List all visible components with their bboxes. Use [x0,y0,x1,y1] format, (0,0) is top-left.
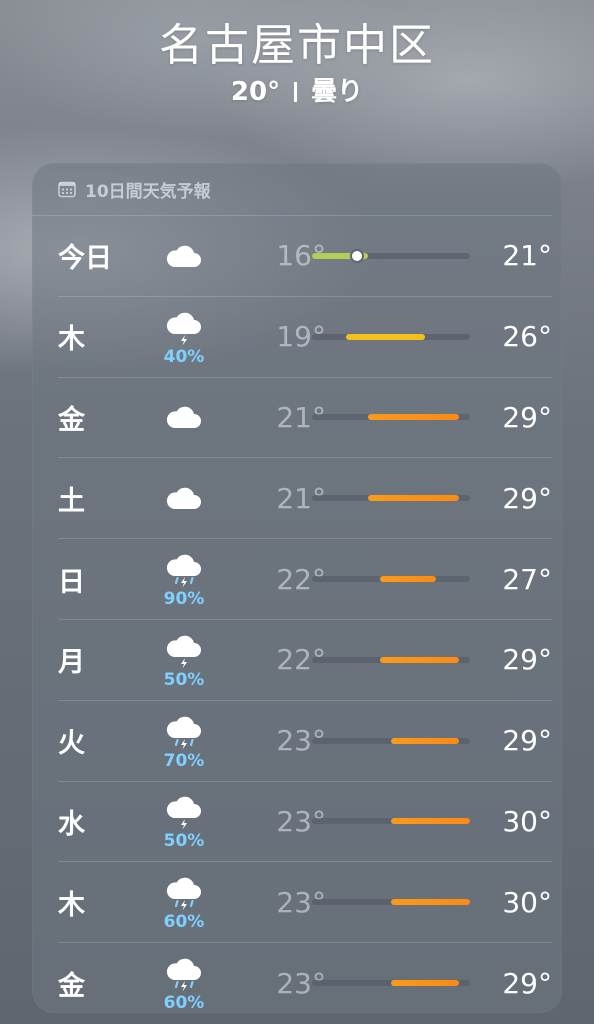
high-temp: 29° [502,400,552,434]
current-temperature: 20° [230,77,281,107]
temp-range-bar [312,333,470,340]
cloud-icon [166,245,201,267]
temp-range-bar [312,656,470,663]
high-temp: 21° [502,239,552,273]
weather-icon-group [156,458,212,538]
temp-range-bar [312,576,470,583]
weather-icon-group [156,378,212,458]
temp-range-fill [379,576,437,583]
temp-range-fill [368,414,459,421]
forecast-row[interactable]: 土 21° 29° [58,458,552,540]
forecast-row[interactable]: 木 40% 19° 26° [58,297,552,378]
temp-range-fill [391,899,470,906]
weather-icon-group: 90% [156,539,212,619]
separator [294,82,298,102]
day-label: 日 [58,566,85,598]
weather-icon-group: 60% [156,943,212,1013]
city-name: 名古屋市中区 [159,20,435,71]
forecast-row[interactable]: 金 60% 23° 29° [58,943,552,1013]
cloud-bolt-rain-icon [166,877,201,911]
temp-range-bar [312,899,470,906]
high-temp: 27° [502,562,552,596]
day-label: 木 [58,324,85,356]
high-temp: 29° [502,481,552,515]
temp-range-bar [312,250,470,261]
cloud-bolt-rain-icon [166,958,201,992]
precip-chance: 50% [163,669,205,690]
weather-icon-group: 70% [156,701,212,781]
cloud-bolt-icon [166,797,201,830]
weather-icon-group [156,216,212,296]
cloud-bolt-icon [166,635,201,669]
cloud-icon [166,407,201,429]
precip-chance: 70% [163,750,205,771]
precip-chance: 50% [163,831,205,852]
weather-icon-group: 50% [156,620,212,700]
current-condition: 曇り [311,77,364,107]
weather-icon-group: 50% [156,782,212,862]
day-label: 金 [58,404,85,436]
day-label: 今日 [58,243,112,275]
temp-range-fill [368,495,459,502]
forecast-row[interactable]: 火 70% 23° 29° [58,701,552,782]
cloud-bolt-rain-icon [166,554,201,588]
forecast-title: 10日間天気予報 [85,181,211,202]
weather-icon-group: 40% [156,297,212,377]
day-label: 金 [58,970,85,1002]
location-header: 名古屋市中区 20° 曇り [0,18,594,108]
cloud-bolt-rain-icon [166,716,201,750]
forecast-row[interactable]: 今日 16° 21° [58,216,552,297]
high-temp: 26° [502,320,552,354]
forecast-row[interactable]: 水 50% 23° 30° [58,782,552,863]
calendar-icon [58,181,76,197]
current-temp-marker [352,250,363,261]
day-label: 土 [58,485,85,517]
cloud-bolt-icon [166,312,201,346]
day-label: 月 [58,647,85,679]
precip-chance: 40% [163,346,205,367]
temp-range-bar [312,737,470,744]
forecast-list: 今日 16° 21° 木 40% 19° 26° 金 21° 29° 土 21° 29° 日 90% 22° 2… [32,216,562,1013]
day-label: 水 [58,808,85,840]
current-summary: 20° 曇り [0,76,594,108]
high-temp: 29° [502,966,552,1000]
high-temp: 29° [502,643,552,677]
ten-day-forecast-card[interactable]: 10日間天気予報 今日 16° 21° 木 40% 19° 26° 金 21° 29° 土 21° 29… [32,163,562,1013]
weather-icon-group: 60% [156,862,212,942]
temp-range-fill [391,818,470,825]
day-label: 火 [58,728,85,760]
forecast-row[interactable]: 木 60% 23° 30° [58,862,552,944]
forecast-row[interactable]: 月 50% 22° 29° [58,620,552,701]
precip-chance: 90% [163,589,205,610]
temp-range-fill [379,656,459,663]
precip-chance: 60% [163,912,205,933]
temp-range-fill [391,737,459,744]
high-temp: 30° [502,804,552,838]
temp-range-bar [312,414,470,421]
day-label: 木 [58,889,85,921]
temp-range-bar [312,495,470,502]
precip-chance: 60% [163,993,205,1013]
forecast-row[interactable]: 金 21° 29° [58,378,552,459]
temp-range-fill [391,980,459,987]
high-temp: 30° [502,885,552,919]
low-temp: 23° [276,966,326,1000]
temp-range-fill [345,333,425,340]
forecast-card-header: 10日間天気予報 [32,163,552,216]
high-temp: 29° [502,724,552,758]
cloud-icon [166,487,201,510]
temp-range-bar [312,980,470,987]
temp-range-bar [312,818,470,825]
forecast-row[interactable]: 日 90% 22° 27° [58,539,552,620]
